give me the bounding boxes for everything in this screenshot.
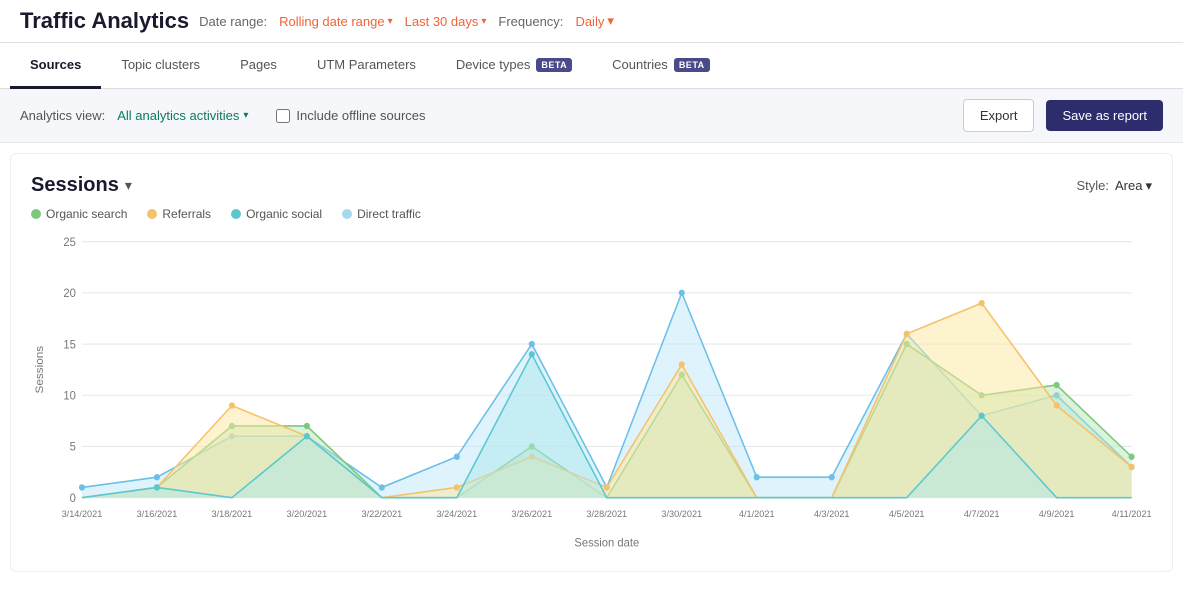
svg-text:3/28/2021: 3/28/2021 bbox=[586, 509, 627, 519]
chart-title-dropdown-btn[interactable]: ▾ bbox=[125, 177, 132, 194]
legend-item-organic-search: Organic search bbox=[31, 207, 127, 221]
svg-text:4/9/2021: 4/9/2021 bbox=[1039, 509, 1075, 519]
countries-badge: BETA bbox=[674, 58, 710, 72]
chart-style-btn[interactable]: Area ▾ bbox=[1115, 178, 1152, 194]
analytics-view-btn[interactable]: All analytics activities ▾ bbox=[117, 108, 248, 123]
last-days-arrow-icon: ▾ bbox=[481, 16, 486, 27]
svg-text:4/5/2021: 4/5/2021 bbox=[889, 509, 925, 519]
chart-container: Sessions ▾ Style: Area ▾ Organic search … bbox=[10, 153, 1173, 572]
frequency-btn[interactable]: Daily ▾ bbox=[575, 13, 613, 29]
svg-text:4/7/2021: 4/7/2021 bbox=[964, 509, 1000, 519]
tabs-bar: Sources Topic clusters Pages UTM Paramet… bbox=[0, 43, 1183, 89]
svg-text:15: 15 bbox=[63, 339, 75, 351]
svg-text:20: 20 bbox=[63, 288, 75, 300]
date-range-label: Date range: bbox=[199, 14, 267, 29]
toolbar: Analytics view: All analytics activities… bbox=[0, 89, 1183, 143]
date-range-arrow-icon: ▾ bbox=[388, 16, 393, 27]
offline-sources-checkbox-wrap: Include offline sources bbox=[276, 108, 425, 123]
svg-text:3/14/2021: 3/14/2021 bbox=[62, 509, 103, 519]
tab-countries[interactable]: Countries BETA bbox=[592, 43, 729, 89]
svg-text:10: 10 bbox=[63, 390, 75, 402]
svg-text:5: 5 bbox=[70, 442, 76, 454]
date-range-btn[interactable]: Rolling date range ▾ bbox=[279, 14, 393, 29]
svg-text:3/20/2021: 3/20/2021 bbox=[287, 509, 328, 519]
page-title: Traffic Analytics bbox=[20, 8, 189, 34]
chart-svg: 0 5 10 15 20 25 3/14/2021 3/16/2021 3/18/2021 3/2… bbox=[31, 231, 1152, 551]
legend-dot-direct-traffic bbox=[342, 209, 352, 219]
svg-text:Sessions: Sessions bbox=[34, 346, 46, 394]
svg-text:4/3/2021: 4/3/2021 bbox=[814, 509, 850, 519]
chart-title-wrap: Sessions ▾ bbox=[31, 174, 132, 197]
svg-text:3/26/2021: 3/26/2021 bbox=[511, 509, 552, 519]
export-button[interactable]: Export bbox=[963, 99, 1035, 132]
legend-dot-referrals bbox=[147, 209, 157, 219]
legend-dot-organic-search bbox=[31, 209, 41, 219]
save-as-report-button[interactable]: Save as report bbox=[1046, 100, 1163, 131]
tab-device-types[interactable]: Device types BETA bbox=[436, 43, 592, 89]
device-types-badge: BETA bbox=[536, 58, 572, 72]
svg-text:3/30/2021: 3/30/2021 bbox=[661, 509, 702, 519]
offline-sources-checkbox[interactable] bbox=[276, 109, 290, 123]
tab-utm-parameters[interactable]: UTM Parameters bbox=[297, 43, 436, 89]
svg-text:3/22/2021: 3/22/2021 bbox=[361, 509, 402, 519]
header-controls: Date range: Rolling date range ▾ Last 30… bbox=[199, 13, 614, 29]
legend: Organic search Referrals Organic social … bbox=[31, 207, 1152, 221]
frequency-label: Frequency: bbox=[498, 14, 563, 29]
chart-header: Sessions ▾ Style: Area ▾ bbox=[31, 174, 1152, 197]
analytics-arrow-icon: ▾ bbox=[243, 110, 248, 121]
svg-text:0: 0 bbox=[70, 493, 76, 505]
tab-sources[interactable]: Sources bbox=[10, 43, 101, 89]
chart-area: 0 5 10 15 20 25 3/14/2021 3/16/2021 3/18/2021 3/2… bbox=[31, 231, 1152, 551]
svg-text:4/11/2021: 4/11/2021 bbox=[1112, 509, 1152, 519]
legend-item-organic-social: Organic social bbox=[231, 207, 322, 221]
svg-text:25: 25 bbox=[63, 237, 75, 249]
svg-text:3/18/2021: 3/18/2021 bbox=[212, 509, 253, 519]
svg-text:3/16/2021: 3/16/2021 bbox=[137, 509, 178, 519]
header: Traffic Analytics Date range: Rolling da… bbox=[0, 0, 1183, 43]
chart-title-arrow-icon: ▾ bbox=[125, 177, 132, 193]
frequency-arrow-icon: ▾ bbox=[607, 13, 614, 29]
legend-dot-organic-social bbox=[231, 209, 241, 219]
offline-sources-label: Include offline sources bbox=[296, 108, 425, 123]
svg-text:Session date: Session date bbox=[574, 538, 639, 550]
legend-item-referrals: Referrals bbox=[147, 207, 211, 221]
svg-text:3/24/2021: 3/24/2021 bbox=[436, 509, 477, 519]
legend-item-direct-traffic: Direct traffic bbox=[342, 207, 421, 221]
chart-title: Sessions bbox=[31, 174, 119, 197]
tab-pages[interactable]: Pages bbox=[220, 43, 297, 89]
last-days-btn[interactable]: Last 30 days ▾ bbox=[405, 14, 487, 29]
tab-topic-clusters[interactable]: Topic clusters bbox=[101, 43, 220, 89]
analytics-view-label: Analytics view: bbox=[20, 108, 105, 123]
svg-text:4/1/2021: 4/1/2021 bbox=[739, 509, 775, 519]
chart-style-arrow-icon: ▾ bbox=[1145, 178, 1152, 194]
chart-style-wrap: Style: Area ▾ bbox=[1076, 178, 1152, 194]
